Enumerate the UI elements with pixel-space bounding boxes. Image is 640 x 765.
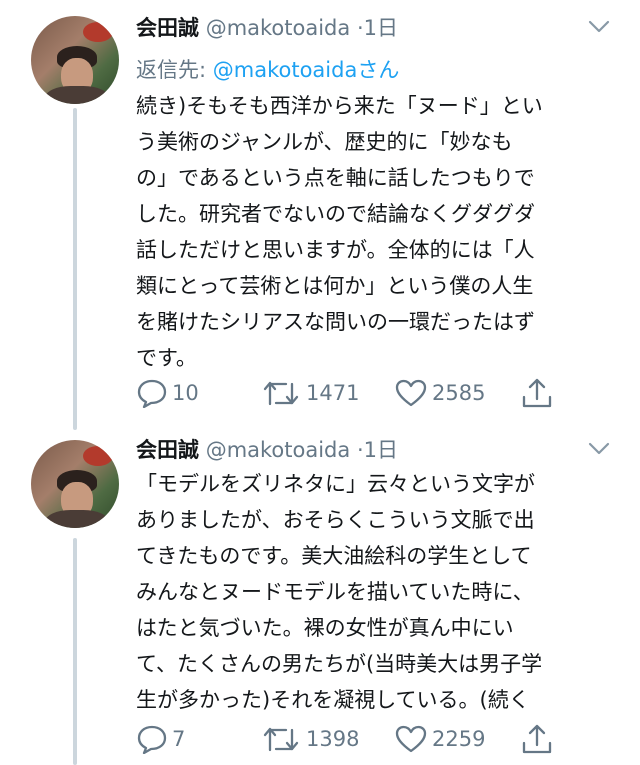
tweet-text-line: て、たくさんの男たちが(当時美大は男子学 <box>136 652 543 676</box>
tweet[interactable]: 会田誠 @makotoaida ·1日 「モデルをズリネタに」云々という文字が … <box>0 428 640 765</box>
avatar[interactable] <box>31 16 119 104</box>
reply-icon <box>137 725 167 754</box>
reply-count: 7 <box>172 727 186 751</box>
tweet-text-line: の」であるという点を軸に話したつもりで <box>136 166 535 190</box>
tweet-text: 「モデルをズリネタに」云々という文字が ありましたが、おそらくこういう文脈で出 … <box>136 466 606 718</box>
like-count: 2259 <box>432 727 486 751</box>
reply-to-mention[interactable]: @makotoaida <box>213 58 358 82</box>
chevron-down-icon[interactable] <box>588 442 610 456</box>
chevron-down-icon[interactable] <box>588 20 610 34</box>
display-name[interactable]: 会田誠 <box>136 438 199 462</box>
tweet-text-line: みんなとヌードモデルを描いていた時に、 <box>136 580 534 604</box>
reply-button[interactable]: 10 <box>136 376 199 410</box>
retweet-icon <box>263 381 299 406</box>
tweet-header: 会田誠 @makotoaida ·1日 <box>136 12 580 42</box>
tweet-text-line: てきたものです。美大油絵科の学生として <box>136 544 532 568</box>
tweet-text-line: 話しただけと思いますが。全体的には「人 <box>136 238 535 262</box>
separator-dot: · <box>356 438 364 462</box>
like-icon <box>395 725 427 753</box>
tweet-text: 続き)そもそも西洋から来た「ヌード」とい う美術のジャンルが、歴史的に「妙なも … <box>136 88 606 376</box>
share-button[interactable] <box>520 376 554 410</box>
retweet-button[interactable]: 1471 <box>262 376 359 410</box>
tweet[interactable]: 会田誠 @makotoaida ·1日 返信先: @makotoaidaさん 続… <box>0 0 640 430</box>
user-handle[interactable]: @makotoaida <box>206 16 351 40</box>
tweet-header: 会田誠 @makotoaida ·1日 <box>136 434 580 464</box>
user-handle[interactable]: @makotoaida <box>206 438 351 462</box>
display-name[interactable]: 会田誠 <box>136 16 199 40</box>
retweet-count: 1471 <box>306 381 360 405</box>
separator-dot: · <box>356 16 364 40</box>
like-button[interactable]: 2259 <box>394 722 485 756</box>
like-button[interactable]: 2585 <box>394 376 485 410</box>
retweet-button[interactable]: 1398 <box>262 722 359 756</box>
like-icon <box>395 379 427 407</box>
tweet-text-line: です。 <box>136 346 197 370</box>
share-icon <box>522 378 552 408</box>
share-icon <box>522 724 552 754</box>
tweet-text-line: 「モデルをズリネタに」云々という文字が <box>136 472 535 496</box>
like-count: 2585 <box>432 381 486 405</box>
reply-icon <box>137 379 167 408</box>
avatar[interactable] <box>31 440 119 528</box>
thread-line <box>73 108 77 430</box>
reply-to-line: 返信先: @makotoaidaさん <box>136 54 399 84</box>
retweet-count: 1398 <box>306 727 360 751</box>
reply-to-prefix: 返信先: <box>136 58 213 82</box>
tweet-actions: 7 1398 2259 <box>136 722 616 756</box>
tweet-text-line: う美術のジャンルが、歴史的に「妙なも <box>136 130 513 154</box>
timestamp[interactable]: 1日 <box>364 16 398 40</box>
tweet-text-line: 類にとって芸術とは何か」という僕の人生 <box>136 274 534 298</box>
tweet-text-line: ありましたが、おそらくこういう文脈で出 <box>136 508 535 532</box>
reply-count: 10 <box>172 381 199 405</box>
thread-line <box>73 538 77 765</box>
tweet-text-line: 生が多かった)それを凝視している。(続く <box>136 688 530 712</box>
reply-to-suffix: さん <box>357 58 400 82</box>
retweet-icon <box>263 727 299 752</box>
tweet-text-line: 続き)そもそも西洋から来た「ヌード」とい <box>136 94 543 118</box>
share-button[interactable] <box>520 722 554 756</box>
reply-button[interactable]: 7 <box>136 722 185 756</box>
tweet-text-line: した。研究者でないので結論なくグダグダ <box>136 202 535 226</box>
tweet-actions: 10 1471 2585 <box>136 376 616 410</box>
timestamp[interactable]: 1日 <box>364 438 398 462</box>
tweet-text-line: を賭けたシリアスな問いの一環だったはず <box>136 310 535 334</box>
tweet-text-line: はたと気づいた。裸の女性が真ん中にい <box>136 616 514 640</box>
